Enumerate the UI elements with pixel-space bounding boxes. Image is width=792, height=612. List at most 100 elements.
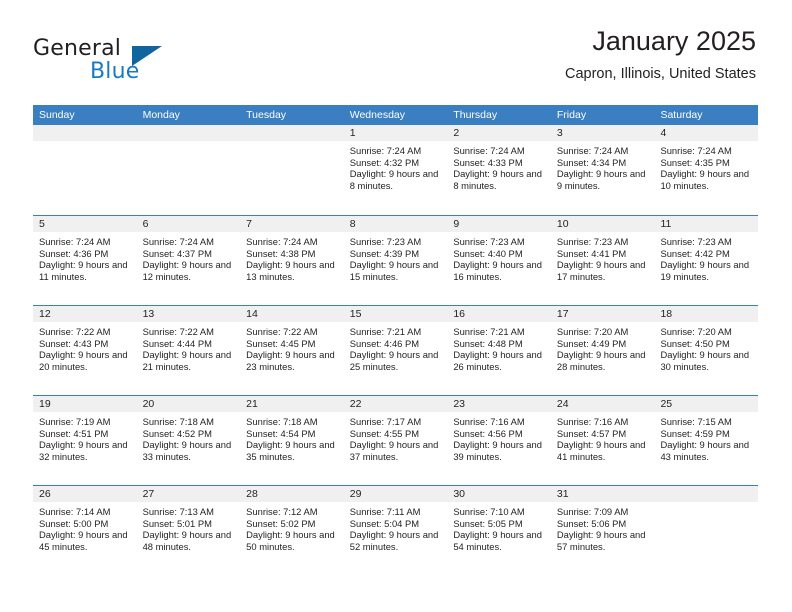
sunset-text: Sunset: 5:04 PM xyxy=(349,517,420,529)
day-cell[interactable]: 2 Sunrise: 7:24 AM Sunset: 4:33 PM Daylight… xyxy=(447,125,551,215)
day-details: Sunrise: 7:23 AM Sunset: 4:39 PM Daylight:… xyxy=(344,232,448,282)
day-details: Sunrise: 7:12 AM Sunset: 5:02 PM Daylight:… xyxy=(240,502,344,552)
day-details: Sunrise: 7:20 AM Sunset: 4:49 PM Daylight:… xyxy=(551,322,655,372)
sunrise-text: Sunrise: 7:20 AM xyxy=(556,326,629,337)
day-cell[interactable]: 13 Sunrise: 7:22 AM Sunset: 4:44 PM Dayligh… xyxy=(136,306,241,395)
day-cell[interactable]: 8 Sunrise: 7:23 AM Sunset: 4:39 PM Daylight… xyxy=(343,216,448,305)
day-cell[interactable]: 4 Sunrise: 7:24 AM Sunset: 4:35 PM Daylight… xyxy=(654,125,759,215)
day-cell[interactable]: 20 Sunrise: 7:18 AM Sunset: 4:52 PM Dayligh… xyxy=(136,396,241,485)
calendar-week-row: 5 Sunrise: 7:24 AM Sunset: 4:36 PM Daylight… xyxy=(33,215,759,305)
day-details: Sunrise: 7:23 AM Sunset: 4:42 PM Daylight:… xyxy=(654,232,758,282)
daylight-text: Daylight: 9 hours and 9 minutes. xyxy=(556,168,646,191)
sunset-text: Sunset: 4:54 PM xyxy=(246,427,316,439)
brand-name-blue: Blue xyxy=(90,59,140,84)
sunrise-text: Sunrise: 7:12 AM xyxy=(246,506,318,517)
day-number: 2 xyxy=(447,125,551,141)
daylight-text: Daylight: 9 hours and 57 minutes. xyxy=(556,529,646,552)
day-cell[interactable]: 22 Sunrise: 7:17 AM Sunset: 4:55 PM Dayligh… xyxy=(343,396,448,485)
day-cell-empty xyxy=(654,486,759,575)
sunset-text: Sunset: 4:42 PM xyxy=(660,247,730,259)
day-cell[interactable]: 9 Sunrise: 7:23 AM Sunset: 4:40 PM Daylight… xyxy=(447,216,551,305)
sunrise-text: Sunrise: 7:14 AM xyxy=(39,506,111,517)
day-number: 12 xyxy=(33,306,137,322)
day-details: Sunrise: 7:15 AM Sunset: 4:59 PM Daylight:… xyxy=(654,412,758,462)
day-number: 27 xyxy=(136,486,241,502)
day-number xyxy=(33,125,137,141)
sunrise-text: Sunrise: 7:22 AM xyxy=(142,326,214,337)
sunset-text: Sunset: 4:45 PM xyxy=(246,337,316,349)
sunrise-text: Sunrise: 7:24 AM xyxy=(660,145,732,156)
sunset-text: Sunset: 4:41 PM xyxy=(556,247,627,259)
day-details: Sunrise: 7:18 AM Sunset: 4:54 PM Daylight:… xyxy=(240,412,344,462)
day-cell[interactable]: 19 Sunrise: 7:19 AM Sunset: 4:51 PM Dayligh… xyxy=(33,396,137,485)
day-cell[interactable]: 5 Sunrise: 7:24 AM Sunset: 4:36 PM Daylight… xyxy=(33,216,137,305)
day-cell[interactable]: 6 Sunrise: 7:24 AM Sunset: 4:37 PM Daylight… xyxy=(136,216,241,305)
day-cell[interactable]: 7 Sunrise: 7:24 AM Sunset: 4:38 PM Daylight… xyxy=(240,216,344,305)
day-cell[interactable]: 1 Sunrise: 7:24 AM Sunset: 4:32 PM Daylight… xyxy=(343,125,448,215)
sunset-text: Sunset: 4:44 PM xyxy=(142,337,212,349)
calendar-grid: Sunday Monday Tuesday Wednesday Thursday Frid… xyxy=(33,105,759,575)
sunrise-text: Sunrise: 7:24 AM xyxy=(453,145,525,156)
sunrise-text: Sunrise: 7:13 AM xyxy=(142,506,214,517)
day-cell[interactable]: 10 Sunrise: 7:23 AM Sunset: 4:41 PM Dayligh… xyxy=(550,216,655,305)
day-cell[interactable]: 3 Sunrise: 7:24 AM Sunset: 4:34 PM Daylight… xyxy=(550,125,655,215)
day-cell[interactable]: 28 Sunrise: 7:12 AM Sunset: 5:02 PM Dayligh… xyxy=(240,486,344,575)
day-cell[interactable]: 24 Sunrise: 7:16 AM Sunset: 4:57 PM Dayligh… xyxy=(550,396,655,485)
day-cell[interactable]: 15 Sunrise: 7:21 AM Sunset: 4:46 PM Dayligh… xyxy=(343,306,448,395)
weekday-header-saturday: Saturday xyxy=(660,109,703,121)
daylight-text: Daylight: 9 hours and 39 minutes. xyxy=(453,439,542,462)
day-cell[interactable]: 31 Sunrise: 7:09 AM Sunset: 5:06 PM Dayligh… xyxy=(550,486,655,575)
daylight-text: Daylight: 9 hours and 30 minutes. xyxy=(660,349,750,372)
day-cell[interactable]: 17 Sunrise: 7:20 AM Sunset: 4:49 PM Dayligh… xyxy=(550,306,655,395)
day-cell[interactable]: 11 Sunrise: 7:23 AM Sunset: 4:42 PM Dayligh… xyxy=(654,216,759,305)
sunrise-text: Sunrise: 7:21 AM xyxy=(453,326,525,337)
daylight-text: Daylight: 9 hours and 12 minutes. xyxy=(142,259,232,282)
day-cell[interactable]: 30 Sunrise: 7:10 AM Sunset: 5:05 PM Dayligh… xyxy=(447,486,551,575)
sunrise-text: Sunrise: 7:22 AM xyxy=(246,326,318,337)
day-cell[interactable]: 18 Sunrise: 7:20 AM Sunset: 4:50 PM Dayligh… xyxy=(654,306,759,395)
daylight-text: Daylight: 9 hours and 48 minutes. xyxy=(142,529,232,552)
brand-logo[interactable]: General Blue xyxy=(33,36,233,86)
sunrise-text: Sunrise: 7:11 AM xyxy=(349,506,421,517)
day-number: 9 xyxy=(447,216,551,232)
day-details: Sunrise: 7:19 AM Sunset: 4:51 PM Daylight:… xyxy=(33,412,137,462)
day-details: Sunrise: 7:24 AM Sunset: 4:32 PM Daylight:… xyxy=(344,141,448,191)
day-cell[interactable]: 16 Sunrise: 7:21 AM Sunset: 4:48 PM Dayligh… xyxy=(447,306,551,395)
sunrise-text: Sunrise: 7:23 AM xyxy=(453,236,525,247)
daylight-text: Daylight: 9 hours and 43 minutes. xyxy=(660,439,750,462)
day-cell[interactable]: 14 Sunrise: 7:22 AM Sunset: 4:45 PM Dayligh… xyxy=(240,306,344,395)
sunrise-text: Sunrise: 7:16 AM xyxy=(453,416,525,427)
sunrise-text: Sunrise: 7:24 AM xyxy=(349,145,422,156)
sunrise-text: Sunrise: 7:23 AM xyxy=(349,236,422,247)
day-cell[interactable]: 26 Sunrise: 7:14 AM Sunset: 5:00 PM Dayligh… xyxy=(33,486,137,575)
day-details: Sunrise: 7:23 AM Sunset: 4:41 PM Daylight:… xyxy=(551,232,655,282)
daylight-text: Daylight: 9 hours and 33 minutes. xyxy=(142,439,232,462)
calendar-week-row: 1 Sunrise: 7:24 AM Sunset: 4:32 PM Daylight… xyxy=(33,125,759,215)
day-number: 5 xyxy=(33,216,137,232)
day-number: 1 xyxy=(343,125,448,141)
sunrise-text: Sunrise: 7:20 AM xyxy=(660,326,732,337)
daylight-text: Daylight: 9 hours and 45 minutes. xyxy=(39,529,128,552)
day-cell[interactable]: 25 Sunrise: 7:15 AM Sunset: 4:59 PM Dayligh… xyxy=(654,396,759,485)
sunset-text: Sunset: 4:57 PM xyxy=(556,427,627,439)
daylight-text: Daylight: 9 hours and 25 minutes. xyxy=(349,349,439,372)
sunset-text: Sunset: 5:01 PM xyxy=(142,517,212,529)
calendar-page: General Blue January 2025 Capron, Illino… xyxy=(0,0,792,612)
day-number xyxy=(654,486,759,502)
day-cell[interactable]: 21 Sunrise: 7:18 AM Sunset: 4:54 PM Dayligh… xyxy=(240,396,344,485)
day-cell[interactable]: 12 Sunrise: 7:22 AM Sunset: 4:43 PM Dayligh… xyxy=(33,306,137,395)
day-cell[interactable]: 23 Sunrise: 7:16 AM Sunset: 4:56 PM Dayligh… xyxy=(447,396,551,485)
day-details: Sunrise: 7:18 AM Sunset: 4:52 PM Daylight:… xyxy=(137,412,241,462)
sunrise-text: Sunrise: 7:18 AM xyxy=(246,416,318,427)
day-cell[interactable]: 27 Sunrise: 7:13 AM Sunset: 5:01 PM Dayligh… xyxy=(136,486,241,575)
sunset-text: Sunset: 4:38 PM xyxy=(246,247,316,259)
day-cell[interactable]: 29 Sunrise: 7:11 AM Sunset: 5:04 PM Dayligh… xyxy=(343,486,448,575)
day-number: 21 xyxy=(240,396,344,412)
calendar-week-row: 26 Sunrise: 7:14 AM Sunset: 5:00 PM Dayligh… xyxy=(33,485,759,575)
daylight-text: Daylight: 9 hours and 20 minutes. xyxy=(39,349,128,372)
day-details: Sunrise: 7:24 AM Sunset: 4:34 PM Daylight:… xyxy=(551,141,655,191)
day-number: 15 xyxy=(343,306,448,322)
day-details: Sunrise: 7:14 AM Sunset: 5:00 PM Daylight:… xyxy=(33,502,137,552)
location-subtitle: Capron, Illinois, United States xyxy=(564,65,756,82)
daylight-text: Daylight: 9 hours and 35 minutes. xyxy=(246,439,335,462)
